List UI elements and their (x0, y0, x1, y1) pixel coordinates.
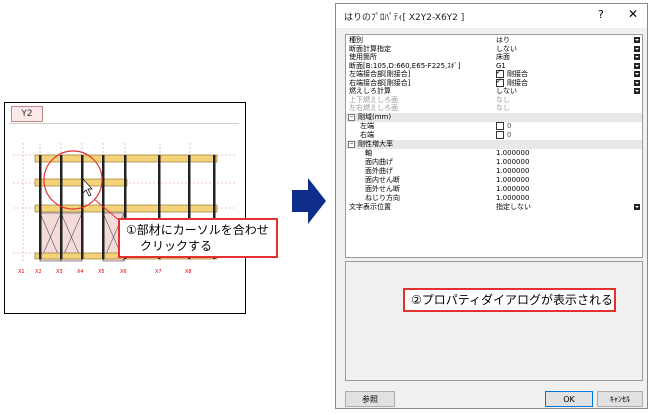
checkbox[interactable] (496, 131, 504, 139)
reference-button[interactable]: 参照 (345, 391, 395, 407)
dialog-title: はりのﾌﾟﾛﾊﾟﾃｨ[ X2Y2-X6Y2 ] (344, 13, 465, 23)
right-arrow-icon (292, 178, 326, 224)
prop-row[interactable]: 面外曲げ 1.000000 (346, 167, 642, 176)
prop-row[interactable]: 文字表示位置 指定しない (346, 203, 642, 212)
dropdown-icon[interactable] (634, 54, 640, 60)
drawing-panel: Y2 X1 X2 X3 X4 X5 X6 X7 X8 (4, 102, 246, 314)
grid-label: X8 (185, 269, 192, 275)
grid-label: X1 (18, 269, 25, 275)
prop-row[interactable]: 使用箇所 床面 (346, 53, 642, 62)
prop-row: 上下燃えしろ面 なし (349, 95, 510, 104)
property-grid: 種別 はり 断面計算指定 しない 使用箇所 床面 断面[B:105,D:660,… (345, 34, 643, 258)
callout1-line1: ①部材にカーソルを合わせ (126, 223, 269, 237)
frame-elevation (13, 143, 235, 263)
checkbox[interactable] (496, 77, 504, 87)
collapse-icon[interactable]: − (348, 114, 355, 121)
prop-row: 左右燃えしろ面 なし (349, 104, 510, 112)
category-factor[interactable]: − 剛性増大率 (346, 140, 642, 149)
instruction-callout-2: ②プロパティダイアログが表示される (403, 288, 616, 312)
prop-row[interactable]: 右端接合部[剛接合] 剛接合 (346, 77, 642, 88)
prop-row[interactable]: 面内せん断 1.000000 (346, 176, 642, 185)
dropdown-icon[interactable] (634, 79, 640, 86)
prop-row[interactable]: 断面[B:105,D:660,E65-F225,ｽｷﾞ] G1 (346, 62, 642, 71)
dialog-titlebar[interactable]: はりのﾌﾟﾛﾊﾟﾃｨ[ X2Y2-X6Y2 ] ? ✕ (336, 4, 647, 28)
prop-row[interactable]: 断面計算指定 しない (346, 45, 642, 54)
grid-label: X2 (35, 269, 42, 275)
prop-row[interactable]: 軸 1.000000 (346, 149, 642, 158)
dropdown-icon[interactable] (634, 62, 640, 69)
ok-button[interactable]: OK (545, 391, 593, 407)
grid-label: X5 (98, 269, 105, 275)
prop-row[interactable]: 右端 0 (346, 131, 642, 140)
prop-row[interactable]: 左端接合部[剛接合] 剛接合 (346, 68, 642, 79)
dropdown-icon[interactable] (634, 88, 640, 94)
prop-row[interactable]: 種別 はり (346, 36, 642, 45)
close-icon[interactable]: ✕ (628, 7, 638, 21)
collapse-icon[interactable]: − (348, 141, 355, 148)
dropdown-icon[interactable] (634, 204, 640, 210)
prop-row[interactable]: 面内曲げ 1.000000 (346, 158, 642, 167)
prop-row[interactable]: 左端 0 (346, 122, 642, 131)
category-rigid[interactable]: − 剛域(mm) (346, 113, 642, 122)
callout1-line2: クリックする (140, 239, 213, 253)
grid-label: X6 (120, 269, 127, 275)
prop-row[interactable]: 面外せん断 1.000000 (346, 185, 642, 194)
dropdown-icon[interactable] (634, 71, 640, 77)
prop-row[interactable]: 燃えしろ計算 しない (346, 87, 642, 96)
description-area: ②プロパティダイアログが表示される (345, 261, 643, 381)
instruction-callout-1: ①部材にカーソルを合わせ クリックする (118, 218, 278, 258)
dropdown-icon[interactable] (634, 37, 640, 43)
checkbox[interactable] (496, 122, 504, 130)
grid-label: X3 (56, 269, 63, 275)
cancel-button[interactable]: ｷｬﾝｾﾙ (597, 391, 643, 407)
property-dialog: はりのﾌﾟﾛﾊﾟﾃｨ[ X2Y2-X6Y2 ] ? ✕ 種別 はり 断面計算指定… (335, 3, 648, 409)
help-button[interactable]: ? (598, 8, 604, 21)
grid-label: X7 (155, 269, 162, 275)
grid-label: X4 (77, 269, 84, 275)
dropdown-icon[interactable] (634, 45, 640, 52)
prop-row[interactable]: ねじり方向 1.000000 (346, 194, 642, 203)
